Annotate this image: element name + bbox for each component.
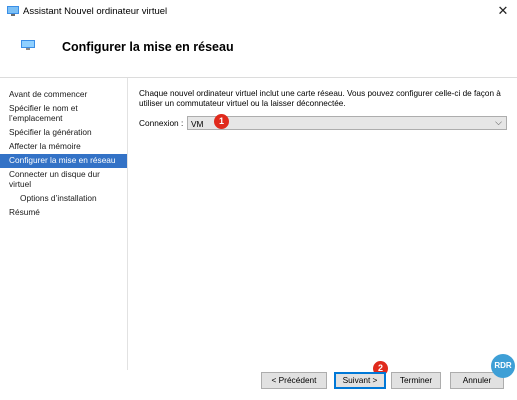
close-button[interactable]: ✕ [489, 0, 517, 24]
window-title: Assistant Nouvel ordinateur virtuel [23, 6, 168, 17]
sidebar-item-before-you-begin[interactable]: Avant de commencer [0, 88, 127, 102]
sidebar-item-summary[interactable]: Résumé [0, 206, 127, 220]
sidebar-item-memory[interactable]: Affecter la mémoire [0, 140, 127, 154]
sidebar-item-generation[interactable]: Spécifier la génération [0, 126, 127, 140]
network-monitor-icon [21, 40, 35, 50]
chevron-down-icon[interactable]: ⌵ [495, 117, 502, 128]
annotation-badge-1: 1 [214, 114, 229, 129]
connection-select[interactable]: VM ⌵ [187, 116, 507, 130]
wizard-steps-sidebar: Avant de commencer Spécifier le nom et l… [0, 78, 128, 370]
connection-value: VM [191, 119, 204, 129]
title-bar: Assistant Nouvel ordinateur virtuel ✕ [0, 0, 517, 24]
page-title: Configurer la mise en réseau [62, 40, 234, 54]
sidebar-item-name-location[interactable]: Spécifier le nom et l’emplacement [0, 102, 127, 126]
watermark-logo: RDR [491, 354, 515, 378]
sidebar-item-networking[interactable]: Configurer la mise en réseau [0, 154, 127, 168]
main-content: Chaque nouvel ordinateur virtuel inclut … [128, 78, 517, 370]
sidebar-item-installation-options[interactable]: Options d’installation [0, 192, 127, 206]
networking-description: Chaque nouvel ordinateur virtuel inclut … [139, 89, 501, 108]
next-button[interactable]: Suivant > [334, 372, 386, 389]
app-icon [7, 6, 19, 16]
connection-row: Connexion : VM ⌵ [139, 116, 507, 130]
wizard-header: Configurer la mise en réseau [0, 24, 517, 78]
previous-button[interactable]: < Précédent [261, 372, 327, 389]
sidebar-item-virtual-disk[interactable]: Connecter un disque dur virtuel [0, 168, 127, 192]
connection-label: Connexion : [139, 118, 184, 128]
finish-button[interactable]: Terminer [391, 372, 441, 389]
